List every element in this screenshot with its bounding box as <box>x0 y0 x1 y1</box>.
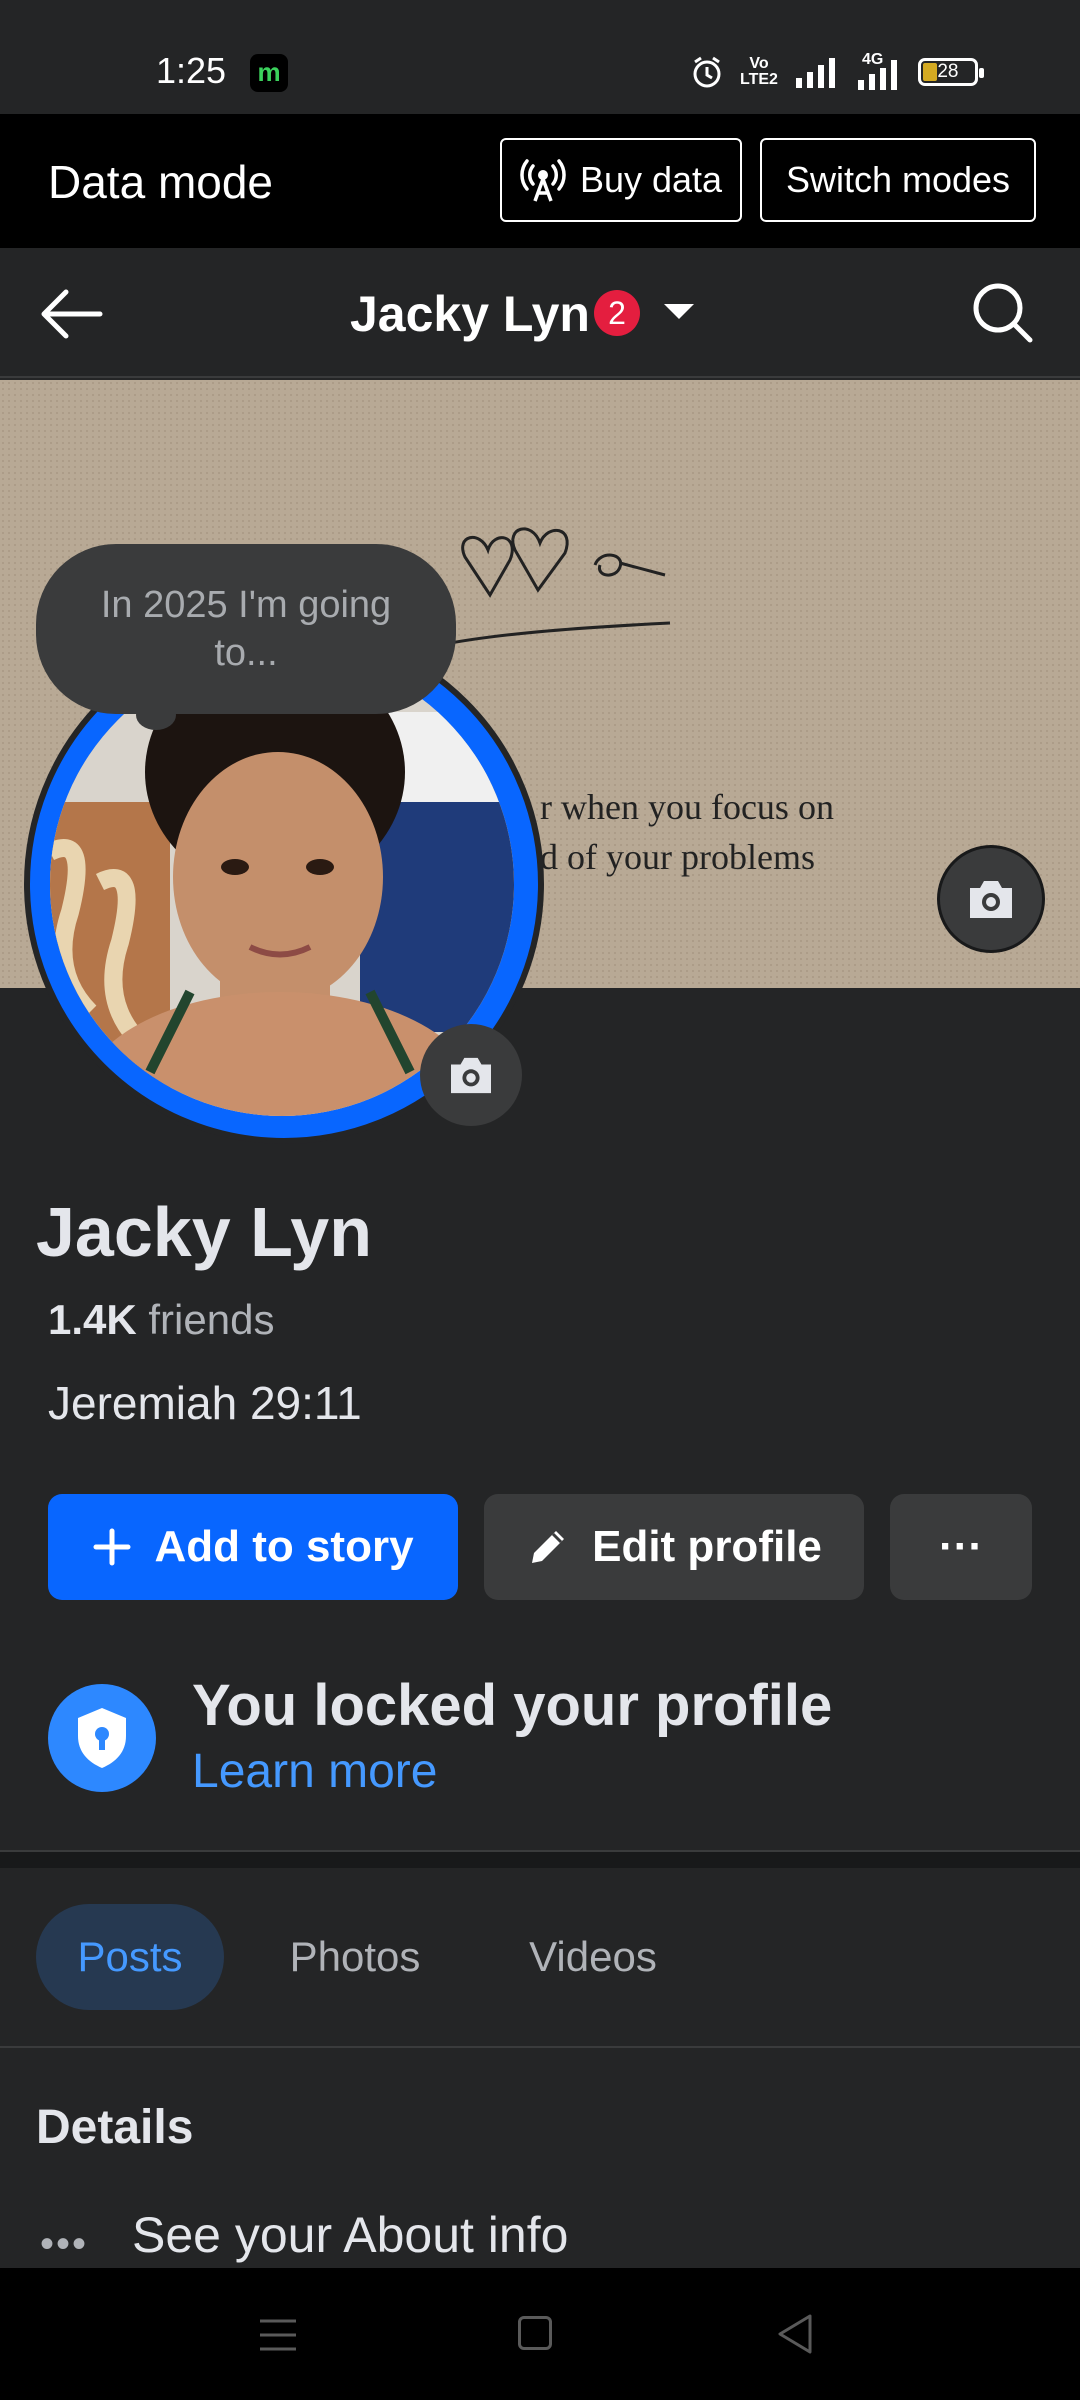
learn-more-link[interactable]: Learn more <box>192 1744 437 1799</box>
antenna-icon <box>520 159 566 202</box>
friends-number: 1.4K <box>48 1296 137 1343</box>
cover-camera-button[interactable] <box>937 845 1045 953</box>
add-to-story-label: Add to story <box>154 1522 414 1571</box>
friends-count[interactable]: 1.4K friends <box>48 1296 274 1344</box>
camera-icon <box>970 881 1012 918</box>
more-dots-icon: ••• <box>40 2222 89 2266</box>
tab-posts[interactable]: Posts <box>36 1904 224 2010</box>
status-time: 1:25 <box>156 50 227 91</box>
shield-icon <box>78 1708 126 1768</box>
see-about-info-link[interactable]: See your About info <box>132 2206 568 2264</box>
note-bubble[interactable]: In 2025 I'm going to... <box>36 544 456 714</box>
friends-label: friends <box>148 1296 275 1343</box>
details-heading: Details <box>36 2101 194 2154</box>
cover-quote-text: r when you focus on d of your problems <box>540 787 834 877</box>
home-icon[interactable] <box>518 2316 552 2350</box>
volte-icon: Vo LTE2 <box>740 55 778 88</box>
profile-name: Jacky Lyn <box>36 1193 372 1271</box>
section-divider <box>0 1850 1080 1868</box>
back-triangle-icon[interactable] <box>774 2312 814 2356</box>
tab-videos[interactable]: Videos <box>500 1904 686 2010</box>
signal-2-icon: 4G <box>854 52 902 92</box>
app-notification-icon: m <box>250 54 288 92</box>
profile-bio: Jeremiah 29:11 <box>48 1377 362 1429</box>
add-to-story-button[interactable]: Add to story <box>48 1494 458 1600</box>
buy-data-button[interactable]: Buy data <box>500 138 742 222</box>
caret-down-icon[interactable] <box>664 304 694 319</box>
plus-icon <box>93 1528 131 1566</box>
locked-profile-title: You locked your profile <box>192 1673 833 1738</box>
tabs-divider <box>0 2046 1080 2048</box>
switch-modes-button[interactable]: Switch modes <box>760 138 1036 222</box>
alarm-icon <box>693 56 721 88</box>
edit-profile-button[interactable]: Edit profile <box>484 1494 864 1600</box>
pencil-icon <box>532 1531 565 1563</box>
recent-apps-icon[interactable] <box>258 2318 298 2352</box>
camera-icon <box>451 1057 491 1094</box>
more-options-button[interactable]: ··· <box>890 1494 1032 1600</box>
notification-badge: 2 <box>594 290 640 336</box>
data-mode-title: Data mode <box>48 156 274 208</box>
nav-profile-title[interactable]: Jacky Lyn <box>350 285 590 343</box>
edit-profile-label: Edit profile <box>592 1522 822 1571</box>
battery-icon: 28 <box>917 58 984 86</box>
more-icon: ··· <box>939 1522 983 1571</box>
search-icon[interactable] <box>970 280 1036 346</box>
heart-doodle-icon <box>439 527 671 647</box>
avatar-camera-button[interactable] <box>420 1024 522 1126</box>
back-arrow-icon[interactable] <box>36 282 108 346</box>
buy-data-label: Buy data <box>579 159 723 200</box>
signal-1-icon <box>795 58 835 88</box>
locked-shield-icon <box>48 1684 156 1792</box>
status-icons: Vo LTE2 4G 28 <box>690 50 984 94</box>
tab-photos[interactable]: Photos <box>262 1904 448 2010</box>
switch-modes-label: Switch modes <box>785 159 1011 200</box>
